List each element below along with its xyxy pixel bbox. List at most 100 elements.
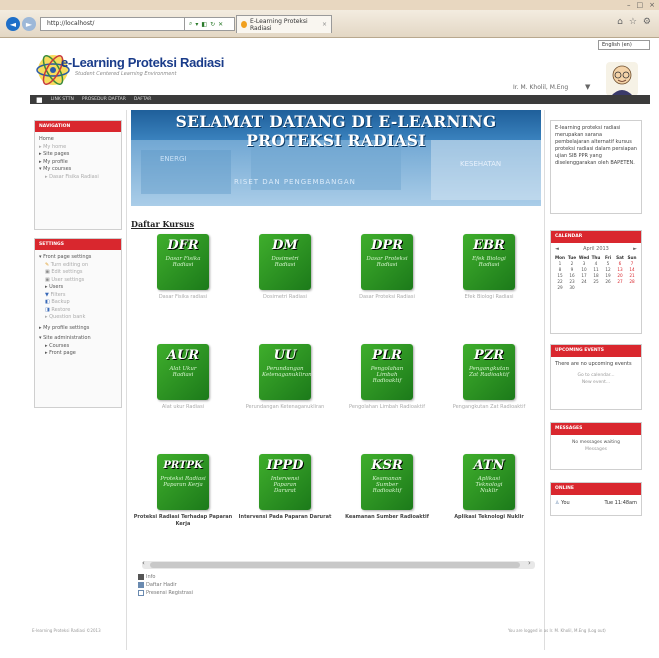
nav-link-sttn[interactable]: LINK STTN (51, 97, 74, 102)
settings-question-bank[interactable]: ▸ Question bank (39, 314, 117, 322)
nav-course-dfr[interactable]: ▸ Dasar Fisika Radiasi (39, 174, 117, 182)
settings-my-profile[interactable]: ▸ My profile settings (39, 325, 117, 333)
course-icon-uu[interactable]: UU Perundangan Ketenaganukliran (259, 344, 312, 400)
presensi-link[interactable]: Presensi Registrasi (138, 589, 193, 597)
course-card-ksr[interactable]: KSR Keamanan Sumber Radioaktif Keamanan S… (337, 454, 437, 554)
info-link[interactable]: Info (138, 573, 193, 581)
user-menu-caret[interactable]: ▼ (585, 83, 590, 91)
calendar-prev-icon[interactable]: ◄ (555, 246, 559, 252)
settings-site-admin[interactable]: ▾ Site administration (39, 335, 117, 343)
forward-button[interactable]: ► (22, 17, 36, 31)
course-icon-atn[interactable]: ATN Aplikasi Teknologi Nuklir (463, 454, 515, 510)
calendar-next-icon[interactable]: ► (633, 246, 637, 252)
home-icon[interactable]: ■ (36, 96, 43, 104)
gear-icon[interactable]: ⚙ (643, 17, 651, 27)
course-card-ebr[interactable]: EBR Efek Biologi Radiasi Efek Biologi Rad… (439, 234, 539, 334)
course-name[interactable]: Dasar Fisika radiasi (133, 294, 233, 301)
stop-icon[interactable]: ✕ (218, 21, 223, 28)
course-card-dm[interactable]: DM Dosimetri Radiasi Dosimetri Radiasi (235, 234, 335, 334)
scrollbar-thumb[interactable] (150, 562, 520, 568)
course-card-prtpk[interactable]: PRTPK Proteksi Radiasi Paparan Kerja Prot… (133, 454, 233, 554)
course-icon-dpr[interactable]: DPR Dasar Proteksi Radiasi (361, 234, 413, 290)
course-card-pzr[interactable]: PZR Pengangkutan Zat Radioaktif Pengangku… (439, 344, 539, 444)
minimize-icon[interactable]: – (627, 1, 631, 9)
course-name[interactable]: Pengangkutan Zat Radioaktif (439, 404, 539, 411)
course-card-uu[interactable]: UU Perundangan Ketenaganukliran Perundang… (235, 344, 335, 444)
course-name[interactable]: Pengolahan Limbah Radioaktif (337, 404, 437, 411)
settings-backup[interactable]: ◧ Backup (39, 299, 117, 307)
user-name[interactable]: Ir. M. Kholil, M.Eng (513, 84, 568, 91)
online-user[interactable]: ♙ You (555, 500, 570, 506)
tab-close-icon[interactable]: × (322, 21, 327, 28)
course-name[interactable]: Aplikasi Teknologi Nuklir (439, 514, 539, 521)
calendar-date[interactable]: 29 (554, 285, 566, 291)
course-icon-aur[interactable]: AUR Alat Ukur Radiasi (157, 344, 209, 400)
nav-my-profile[interactable]: ▸ My profile (39, 159, 117, 167)
settings-front-page[interactable]: ▾ Front page settings (39, 254, 117, 262)
course-icon-ebr[interactable]: EBR Efek Biologi Radiasi (463, 234, 515, 290)
settings-restore[interactable]: ◨ Restore (39, 307, 117, 315)
settings-user[interactable]: ▣ User settings (39, 277, 117, 285)
course-name[interactable]: Alat ukur Radiasi (133, 404, 233, 411)
calendar-date[interactable]: 24 (578, 279, 590, 285)
back-button[interactable]: ◄ (6, 17, 20, 31)
settings-front-page-admin[interactable]: ▸ Front page (39, 350, 117, 358)
nav-link-daftar[interactable]: DAFTAR (134, 97, 152, 102)
site-name[interactable]: e-Learning Proteksi Radiasi (61, 55, 224, 70)
avatar[interactable] (606, 62, 638, 96)
maximize-icon[interactable]: □ (637, 1, 644, 9)
calendar-date[interactable]: 26 (602, 279, 614, 285)
settings-courses[interactable]: ▸ Courses (39, 343, 117, 351)
course-card-ippd[interactable]: IPPD Intervensi Paparan Darurat Intervens… (235, 454, 335, 554)
nav-my-courses[interactable]: ▾ My courses (39, 166, 117, 174)
settings-users[interactable]: ▸ Users (39, 284, 117, 292)
settings-filters[interactable]: ▼ Filters (39, 292, 117, 300)
messages-link[interactable]: Messages (551, 446, 641, 453)
calendar-month[interactable]: April 2013 (583, 246, 609, 252)
new-event-link[interactable]: New event... (551, 379, 641, 386)
course-icon-prtpk[interactable]: PRTPK Proteksi Radiasi Paparan Kerja (157, 454, 209, 510)
course-name[interactable]: Proteksi Radiasi Terhadap Paparan Kerja (133, 514, 233, 527)
course-icon-ippd[interactable]: IPPD Intervensi Paparan Darurat (259, 454, 311, 510)
daftar-hadir-link[interactable]: Daftar Hadir (138, 581, 193, 589)
refresh-icon[interactable]: ↻ (210, 21, 215, 28)
calendar-date[interactable]: 30 (566, 285, 578, 291)
course-card-plr[interactable]: PLR Pengolahan Limbah Radioaktif Pengolah… (337, 344, 437, 444)
language-select[interactable]: English (en) (598, 40, 650, 50)
calendar-date[interactable]: 25 (590, 279, 602, 285)
scroll-left-arrow-icon[interactable]: ‹ (142, 559, 145, 567)
course-card-dfr[interactable]: DFR Dasar Fisika Radiasi Dasar Fisika rad… (133, 234, 233, 334)
favorites-icon[interactable]: ☆ (629, 17, 637, 27)
scroll-right-arrow-icon[interactable]: › (528, 559, 531, 567)
course-name[interactable]: Dosimetri Radiasi (235, 294, 335, 301)
go-to-calendar-link[interactable]: Go to calendar... (551, 372, 641, 379)
home-icon[interactable]: ⌂ (617, 17, 623, 27)
course-icon-dfr[interactable]: DFR Dasar Fisika Radiasi (157, 234, 209, 290)
compat-icon[interactable]: ◧ (201, 21, 207, 28)
settings-edit[interactable]: ▣ Edit settings (39, 269, 117, 277)
course-name[interactable]: Efek Biologi Radiasi (439, 294, 539, 301)
address-tools[interactable]: ⌕ ▾ ◧ ↻ ✕ (185, 17, 235, 31)
course-name[interactable]: Keamanan Sumber Radioaktif (337, 514, 437, 521)
course-name[interactable]: Dasar Proteksi Radiasi (337, 294, 437, 301)
course-name[interactable]: Perundangan Ketenaganukliran (235, 404, 335, 411)
course-icon-plr[interactable]: PLR Pengolahan Limbah Radioaktif (361, 344, 413, 400)
course-icon-pzr[interactable]: PZR Pengangkutan Zat Radioaktif (463, 344, 515, 400)
course-card-dpr[interactable]: DPR Dasar Proteksi Radiasi Dasar Proteksi… (337, 234, 437, 334)
course-icon-ksr[interactable]: KSR Keamanan Sumber Radioaktif (361, 454, 413, 510)
settings-turn-editing[interactable]: ✎ Turn editing on (39, 262, 117, 270)
close-icon[interactable]: × (649, 1, 655, 9)
calendar-date[interactable]: 28 (626, 279, 638, 285)
calendar-date[interactable]: 27 (614, 279, 626, 285)
course-card-aur[interactable]: AUR Alat Ukur Radiasi Alat ukur Radiasi (133, 344, 233, 444)
search-icon[interactable]: ⌕ (189, 20, 192, 28)
window-controls[interactable]: – □ × (627, 0, 655, 10)
course-icon-dm[interactable]: DM Dosimetri Radiasi (259, 234, 311, 290)
dropdown-icon[interactable]: ▾ (195, 21, 198, 28)
nav-home[interactable]: Home (39, 136, 117, 144)
nav-site-pages[interactable]: ▸ Site pages (39, 151, 117, 159)
nav-link-prosedur[interactable]: PROSEDUR DAFTAR (82, 97, 126, 102)
address-bar[interactable]: http://localhost/ (40, 17, 185, 31)
browser-tab[interactable]: E-Learning Proteksi Radiasi × (236, 15, 332, 33)
nav-my-home[interactable]: ▸ My home (39, 144, 117, 152)
